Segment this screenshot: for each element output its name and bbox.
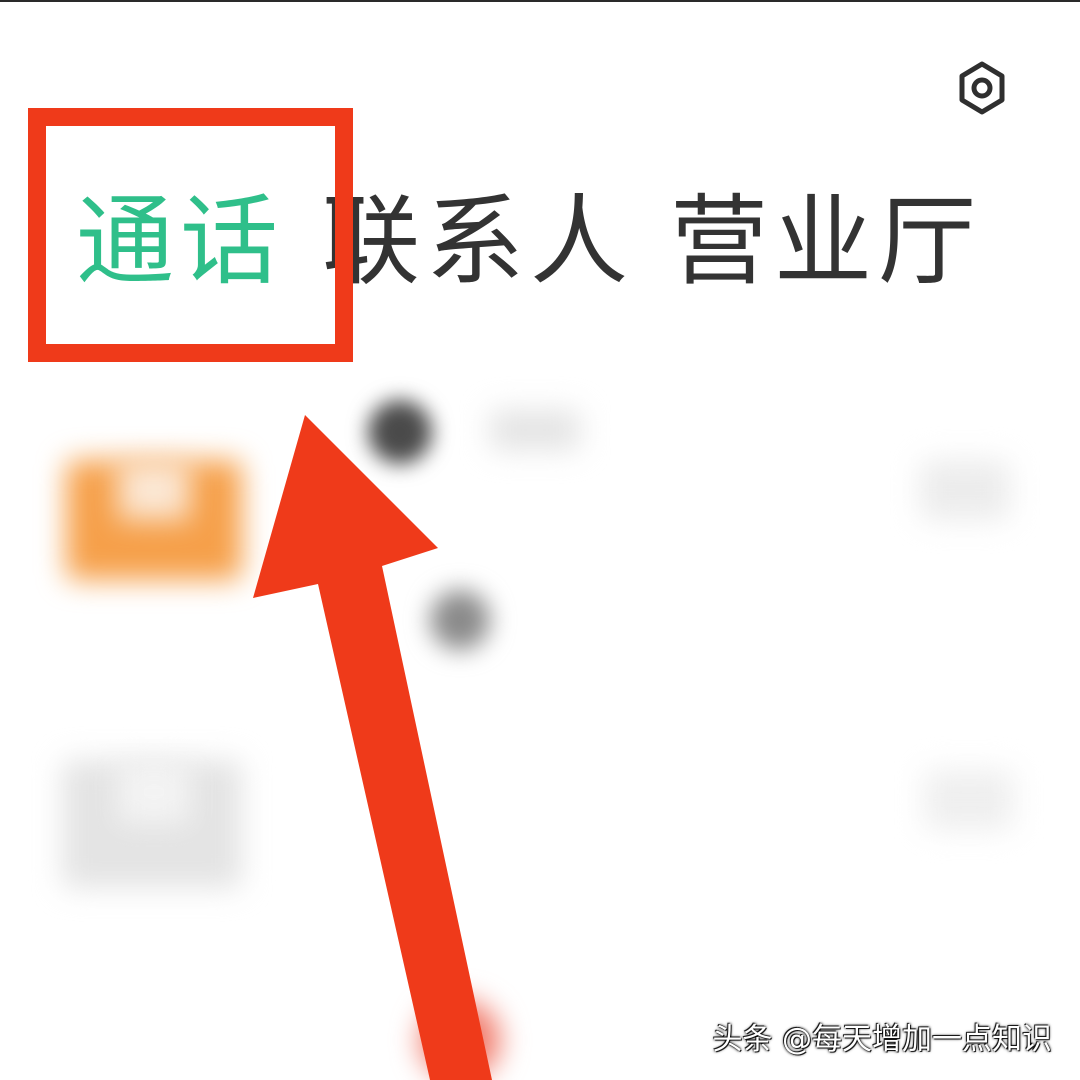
contact-avatar-gray-notch <box>118 760 190 824</box>
status-dot <box>430 590 490 650</box>
contact-avatar-orange-notch <box>118 460 190 520</box>
blurred-call-list <box>0 360 1080 1080</box>
blurred-line <box>924 770 1014 830</box>
top-border <box>0 0 1080 2</box>
status-dot <box>368 400 432 464</box>
annotation-highlight-box <box>28 108 353 362</box>
gear-icon <box>959 61 1005 115</box>
blurred-line <box>490 410 580 450</box>
blurred-badge <box>420 1000 500 1080</box>
settings-button[interactable] <box>954 60 1010 116</box>
blurred-line <box>920 460 1010 520</box>
tab-store[interactable]: 营业厅 <box>670 182 982 302</box>
tab-contacts[interactable]: 联系人 <box>322 182 634 302</box>
watermark: 头条 @每天增加一点知识 <box>712 1022 1052 1057</box>
